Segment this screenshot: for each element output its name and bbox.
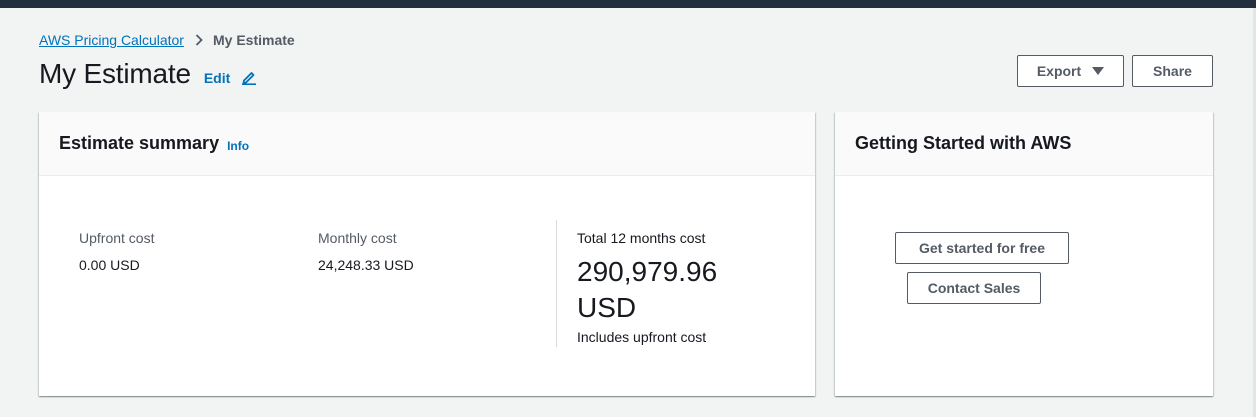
getting-started-card: Getting Started with AWS Get started for… <box>835 112 1213 396</box>
share-button-label: Share <box>1153 63 1192 79</box>
info-link[interactable]: Info <box>227 139 249 153</box>
estimate-summary-header: Estimate summary Info <box>39 112 815 176</box>
estimate-summary-title: Estimate summary <box>59 133 220 153</box>
includes-upfront-note: Includes upfront cost <box>577 329 707 345</box>
upfront-cost-label: Upfront cost <box>79 230 155 246</box>
summary-divider <box>556 220 557 347</box>
export-button-label: Export <box>1036 63 1082 79</box>
chevron-right-icon <box>195 34 203 46</box>
share-button[interactable]: Share <box>1132 55 1213 87</box>
pencil-icon[interactable] <box>241 69 257 85</box>
getting-started-title: Getting Started with AWS <box>855 133 1072 153</box>
page-title-row: My Estimate Edit <box>39 58 257 90</box>
edit-link[interactable]: Edit <box>204 70 230 86</box>
top-navigation-bar <box>0 0 1256 8</box>
breadcrumb: AWS Pricing Calculator My Estimate <box>39 31 295 49</box>
total-12-months-label: Total 12 months cost <box>577 230 706 246</box>
caret-down-icon <box>1092 67 1105 75</box>
total-12-months-value: 290,979.96 USD <box>577 256 718 323</box>
get-started-free-button[interactable]: Get started for free <box>895 232 1069 264</box>
breadcrumb-current: My Estimate <box>212 32 295 48</box>
contact-sales-button[interactable]: Contact Sales <box>907 272 1041 304</box>
estimate-summary-card: Estimate summary Info Upfront cost 0.00 … <box>39 112 815 396</box>
monthly-cost-value: 24,248.33 USD <box>318 257 414 273</box>
page-title: My Estimate <box>39 58 191 89</box>
upfront-cost-value: 0.00 USD <box>79 257 140 273</box>
getting-started-header: Getting Started with AWS <box>835 112 1213 176</box>
breadcrumb-link-pricing-calculator[interactable]: AWS Pricing Calculator <box>39 32 184 48</box>
monthly-cost-label: Monthly cost <box>318 230 397 246</box>
contact-sales-label: Contact Sales <box>927 280 1021 296</box>
get-started-free-label: Get started for free <box>918 240 1046 256</box>
export-button[interactable]: Export <box>1017 55 1124 87</box>
